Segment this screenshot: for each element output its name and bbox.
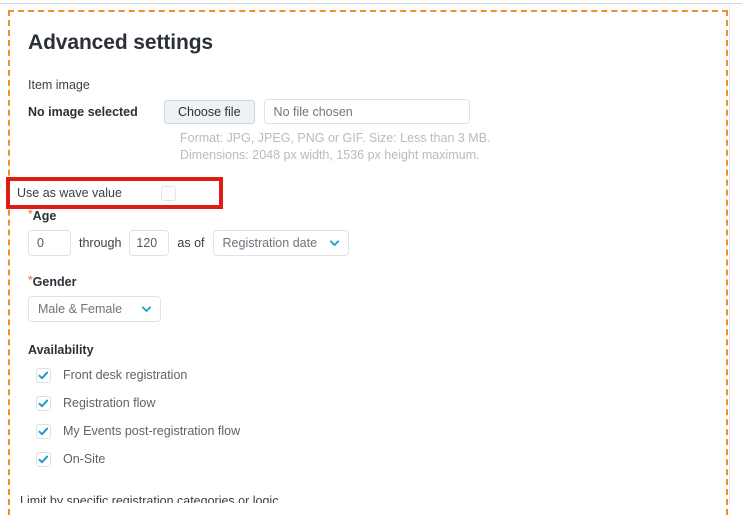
gender-label: *Gender: [28, 274, 706, 290]
advanced-settings-screen: Advanced settings Item image No image se…: [0, 0, 742, 515]
availability-item-label: Registration flow: [63, 396, 156, 410]
checkbox-checked-icon[interactable]: [36, 423, 51, 439]
availability-item-label: Front desk registration: [63, 368, 188, 382]
age-field-group: *Age through as of Registration date: [28, 208, 706, 256]
age-from-input[interactable]: [28, 230, 71, 256]
checkbox-checked-icon[interactable]: [36, 451, 51, 467]
availability-label: Availability: [28, 342, 706, 358]
age-label-text: Age: [32, 209, 57, 223]
checkbox-checked-icon[interactable]: [36, 395, 51, 411]
availability-item-label: On-Site: [63, 452, 106, 466]
availability-item-label: My Events post-registration flow: [63, 424, 241, 438]
chevron-down-icon: [329, 240, 339, 246]
age-range-row: through as of Registration date: [28, 230, 706, 256]
chevron-down-icon: [141, 306, 152, 312]
wave-value-checkbox[interactable]: [161, 186, 176, 201]
advanced-settings-panel: Advanced settings Item image No image se…: [8, 10, 728, 515]
list-item[interactable]: Registration flow: [28, 389, 706, 417]
list-item[interactable]: On-Site: [28, 445, 706, 473]
choose-file-button[interactable]: Choose file: [164, 99, 255, 124]
checkbox-checked-icon[interactable]: [36, 367, 51, 383]
availability-field-group: Availability Front desk registration Reg…: [28, 342, 706, 473]
age-as-of-label: as of: [177, 236, 205, 250]
age-label: *Age: [28, 208, 706, 224]
wave-value-label: Use as wave value: [17, 186, 122, 200]
item-image-help: Format: JPG, JPEG, PNG or GIF. Size: Les…: [180, 130, 706, 164]
availability-label-text: Availability: [28, 343, 94, 357]
gender-selected-value: Male & Female: [38, 302, 123, 316]
age-to-input[interactable]: [129, 230, 170, 256]
item-image-file-row: No image selected Choose file: [28, 99, 706, 124]
availability-checkbox-list: Front desk registration Registration flo…: [28, 361, 706, 473]
clipped-next-field-text: Limit by specific registration categorie…: [20, 494, 279, 503]
gender-select[interactable]: Male & Female: [28, 296, 161, 322]
item-image-help-format: Format: JPG, JPEG, PNG or GIF. Size: Les…: [180, 131, 491, 145]
top-divider: [0, 3, 742, 4]
age-as-of-select[interactable]: Registration date: [212, 230, 349, 256]
wave-value-highlight-box: Use as wave value: [6, 177, 223, 209]
file-name-input[interactable]: [263, 99, 470, 124]
age-through-label: through: [79, 236, 122, 250]
clipped-next-field-label: Limit by specific registration categorie…: [20, 493, 440, 503]
item-image-help-dimensions: Dimensions: 2048 px width, 1536 px heigh…: [180, 148, 480, 162]
gender-field-group: *Gender Male & Female: [28, 274, 706, 322]
item-image-label: Item image: [28, 78, 90, 92]
page-right-gutter: [729, 4, 742, 503]
list-item[interactable]: Front desk registration: [28, 361, 706, 389]
page-title: Advanced settings: [28, 31, 214, 54]
list-item[interactable]: My Events post-registration flow: [28, 417, 706, 445]
item-image-status: No image selected: [28, 104, 138, 119]
age-as-of-selected-value: Registration date: [222, 236, 318, 250]
gender-label-text: Gender: [32, 275, 77, 289]
